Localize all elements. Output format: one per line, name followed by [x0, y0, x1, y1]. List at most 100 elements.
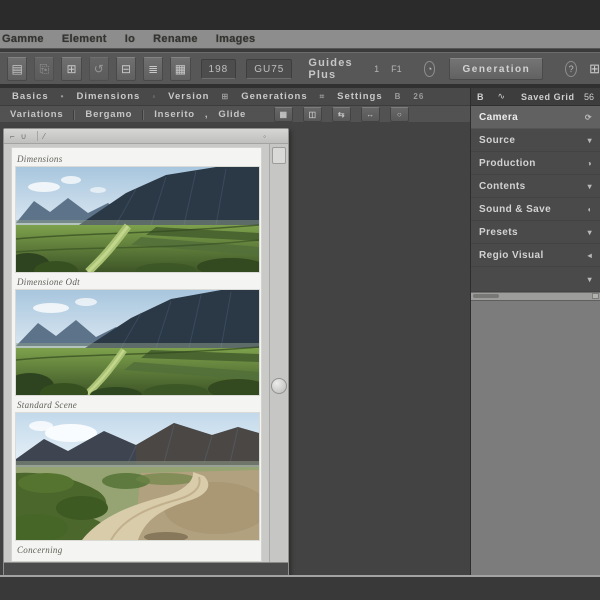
panel-item-label: Contents: [479, 180, 526, 192]
menu-bar: Gamme Element Io Rename Images: [0, 30, 600, 49]
triangle-left-icon: ◂: [587, 250, 592, 260]
panel-header: B ∿ Saved Grid 56: [471, 88, 600, 106]
bullet-separator-icon: •: [60, 92, 65, 101]
panel-item-empty[interactable]: ▾: [471, 267, 600, 292]
document-status-bar: [4, 562, 288, 575]
contrast-icon: ◑: [586, 158, 592, 168]
hash-separator-icon: ⌗: [319, 91, 326, 101]
doc-slash-icon: ⁄: [43, 131, 45, 141]
layers-icon: ≣: [148, 62, 159, 76]
panel-scrollbar-thumb[interactable]: [473, 294, 499, 298]
badge-b[interactable]: B: [395, 92, 402, 101]
doc-close-icon[interactable]: ◦: [263, 132, 266, 141]
menu-item-rename[interactable]: Rename: [153, 33, 198, 45]
menu-item-images[interactable]: Images: [216, 33, 256, 45]
fn-label: F1: [391, 64, 402, 74]
export-button[interactable]: ⊟: [115, 57, 137, 81]
variation-image-1[interactable]: [15, 166, 260, 273]
menu-item-io[interactable]: Io: [125, 33, 135, 45]
menu-item-element[interactable]: Element: [62, 33, 107, 45]
refresh-icon: ○: [396, 110, 403, 119]
option-inserito[interactable]: Inserito: [154, 109, 195, 120]
panel-item-contents[interactable]: Contents ▾: [471, 175, 600, 198]
generation-button[interactable]: Generation: [449, 58, 544, 80]
refresh-icon: ⟳: [584, 112, 592, 122]
scale-label: 1: [374, 64, 380, 74]
layers-button[interactable]: ≣: [143, 57, 164, 81]
doc-marker-icon: ⌐: [10, 131, 15, 141]
canvas-area: ⌐ ∪ ⁄ ◦ Dimensions Dimensione Odt Standa…: [0, 122, 470, 576]
options-divider: [142, 109, 145, 120]
help-button[interactable]: ?: [565, 61, 578, 77]
panel-scrollbar-end-button[interactable]: [592, 293, 599, 299]
swap-arrows-icon: ⇆: [337, 110, 346, 119]
fit-width-button[interactable]: ↔: [361, 107, 381, 122]
variation-caption-2: Dimensione Odt: [17, 277, 80, 287]
doc-titlebar-divider: [36, 131, 38, 141]
options-divider: [73, 109, 76, 120]
guides-plus-label: Guides Plus: [308, 57, 353, 81]
panel-item-source[interactable]: Source ▾: [471, 129, 600, 152]
option-glide[interactable]: Glide: [218, 109, 246, 120]
document-window: ⌐ ∪ ⁄ ◦ Dimensions Dimensione Odt Standa…: [3, 128, 289, 576]
split-view-icon: ◫: [308, 110, 317, 119]
option-bergamo[interactable]: Bergamo: [85, 109, 132, 120]
new-document-button[interactable]: ▤: [7, 57, 28, 81]
sync-icon: ◔: [426, 64, 433, 74]
chevron-down-icon: ▾: [587, 227, 592, 237]
tab-basics[interactable]: Basics: [12, 91, 49, 102]
zoom-field[interactable]: 198: [200, 59, 237, 79]
help-icon: ?: [568, 64, 574, 74]
split-view-button[interactable]: ◫: [303, 107, 323, 122]
scrollbar-knob[interactable]: [271, 378, 287, 395]
option-variations[interactable]: Variations: [10, 109, 63, 120]
panel-horizontal-scrollbar[interactable]: [471, 292, 600, 301]
fit-width-icon: ↔: [366, 110, 376, 119]
thumbnail-grid-icon: ▦: [279, 110, 288, 119]
document-titlebar[interactable]: ⌐ ∪ ⁄ ◦: [4, 129, 288, 144]
tab-dimensions[interactable]: Dimensions: [76, 91, 140, 102]
save-button[interactable]: ⊞: [61, 57, 82, 81]
circle-separator-icon: ◦: [152, 92, 157, 101]
panel-count: 56: [583, 91, 594, 102]
panel-item-presets[interactable]: Presets ▾: [471, 221, 600, 244]
panel-grid-button[interactable]: ⊞: [589, 61, 600, 77]
panel-title: Saved Grid: [521, 91, 575, 102]
badge-count: 26: [413, 92, 425, 101]
document-page: Dimensions Dimensione Odt Standard Scene…: [11, 147, 262, 562]
grid-view-button[interactable]: ▦: [170, 57, 191, 81]
app-window: Gamme Element Io Rename Images ▤ ⎘ ⊞ ↺ ⊟…: [0, 0, 600, 600]
tab-generations[interactable]: Generations: [241, 91, 307, 102]
unit-field[interactable]: GU75: [246, 59, 293, 79]
right-panel: B ∿ Saved Grid 56 Camera ⟳ Source ▾ Prod…: [470, 88, 600, 576]
undo-button[interactable]: ↺: [88, 57, 109, 81]
panel-item-regio-visual[interactable]: Regio Visual ◂: [471, 244, 600, 267]
grid-view-icon: ▦: [174, 62, 187, 76]
main-toolbar: ▤ ⎘ ⊞ ↺ ⊟ ≣ ▦ 198 GU75 Guides Plus 1 F1 …: [0, 52, 600, 85]
scrollbar-thumb[interactable]: [272, 147, 286, 164]
panel-item-label: Production: [479, 157, 536, 169]
window-top-band: [0, 0, 600, 30]
variation-image-3[interactable]: [15, 412, 260, 541]
menu-item-gamme[interactable]: Gamme: [2, 33, 44, 45]
open-folder-button[interactable]: ⎘: [34, 57, 55, 81]
swap-arrows-button[interactable]: ⇆: [332, 107, 352, 122]
variation-caption-4: Concerning: [17, 545, 63, 555]
sync-button[interactable]: ◔: [423, 61, 436, 77]
tab-settings[interactable]: Settings: [337, 91, 382, 102]
doc-handle-icon: ∪: [20, 131, 27, 141]
bottom-status-strip: [0, 577, 600, 600]
new-document-icon: ▤: [11, 62, 23, 76]
panel-item-camera[interactable]: Camera ⟳: [471, 106, 600, 129]
bold-icon[interactable]: B: [477, 92, 484, 102]
panel-item-label: Source: [479, 134, 516, 146]
variation-image-2[interactable]: [15, 289, 260, 396]
panel-item-label: Camera: [479, 111, 519, 123]
tab-version[interactable]: Version: [168, 91, 209, 102]
document-scrollbar[interactable]: [269, 144, 287, 562]
thumbnail-grid-button[interactable]: ▦: [274, 107, 294, 122]
panel-item-production[interactable]: Production ◑: [471, 152, 600, 175]
wave-icon[interactable]: ∿: [498, 91, 506, 102]
panel-item-sound-save[interactable]: Sound & Save ◖: [471, 198, 600, 221]
refresh-button[interactable]: ○: [390, 107, 410, 122]
